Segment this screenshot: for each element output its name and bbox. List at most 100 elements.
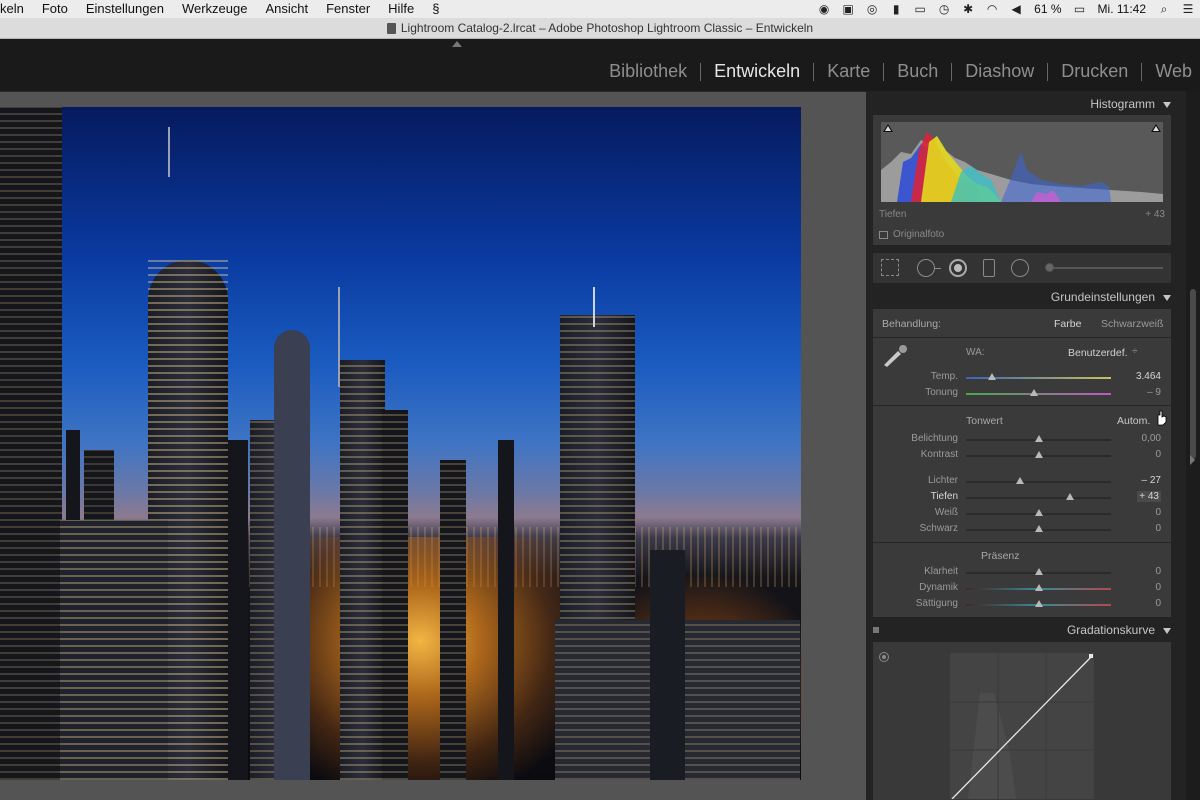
menu-bearbeiten[interactable]: keln: [0, 0, 33, 18]
tone-curve-header[interactable]: Gradationskurve: [873, 619, 1179, 641]
slider-vibrance[interactable]: Dynamik 0: [873, 581, 1171, 595]
original-photo-checkbox[interactable]: Originalfoto: [879, 229, 944, 240]
slider-knob[interactable]: [1030, 389, 1039, 396]
menu-foto[interactable]: Foto: [33, 0, 77, 18]
airplay-icon[interactable]: ▭: [908, 0, 932, 18]
slider-highlights[interactable]: Lichter – 27: [873, 474, 1171, 488]
module-diashow[interactable]: Diashow: [965, 61, 1034, 82]
tower-spire: [338, 287, 340, 387]
slider-knob[interactable]: [1066, 493, 1075, 500]
list-icon[interactable]: ☰: [1176, 0, 1200, 18]
collapse-triangle-icon: [1163, 294, 1171, 301]
brush-slider[interactable]: [1045, 263, 1163, 272]
slider-value[interactable]: 0: [1155, 523, 1161, 534]
collapse-triangle-icon: [1163, 627, 1171, 634]
creative-cloud-icon[interactable]: ◎: [860, 0, 884, 18]
collapse-triangle-icon: [1163, 101, 1171, 108]
module-web[interactable]: Web: [1155, 61, 1192, 82]
radial-filter-icon[interactable]: [1011, 259, 1029, 277]
target-adjust-icon[interactable]: [879, 652, 889, 662]
tool-strip: [873, 253, 1171, 283]
bluetooth-icon[interactable]: ✱: [956, 0, 980, 18]
slider-value[interactable]: 0: [1155, 582, 1161, 593]
slider-knob[interactable]: [1034, 435, 1043, 442]
slider-saturation[interactable]: Sättigung 0: [873, 597, 1171, 611]
menu-hilfe[interactable]: Hilfe: [379, 0, 423, 18]
module-drucken[interactable]: Drucken: [1061, 61, 1128, 82]
slider-exposure[interactable]: Belichtung 0,00: [873, 432, 1171, 446]
panel-toggle-icon[interactable]: [873, 627, 879, 633]
shadow-clip-warning-icon[interactable]: [883, 124, 893, 132]
slider-tint[interactable]: Tonung – 9: [873, 386, 1171, 400]
slider-value[interactable]: 0: [1155, 507, 1161, 518]
record-icon[interactable]: ◉: [812, 0, 836, 18]
treatment-bw-option[interactable]: Schwarzweiß: [1101, 318, 1163, 330]
menu-werkzeuge[interactable]: Werkzeuge: [173, 0, 257, 18]
script-menu-icon[interactable]: §: [423, 0, 448, 18]
graduated-filter-icon[interactable]: [983, 259, 995, 277]
slider-track[interactable]: [966, 393, 1111, 395]
wifi-icon[interactable]: ◠: [980, 0, 1004, 18]
slider-track[interactable]: [966, 481, 1111, 483]
panel-scrollbar[interactable]: [1190, 289, 1196, 459]
menu-fenster[interactable]: Fenster: [317, 0, 379, 18]
slider-track[interactable]: [966, 497, 1111, 499]
slider-label: Tonung: [925, 387, 958, 398]
highlight-clip-warning-icon[interactable]: [1151, 124, 1161, 132]
collapse-right-panel-icon[interactable]: [1190, 455, 1195, 465]
crop-icon[interactable]: [881, 259, 899, 276]
slider-knob[interactable]: [1015, 477, 1024, 484]
battery-percent[interactable]: 61 %: [1028, 0, 1067, 18]
spot-removal-icon[interactable]: [917, 259, 941, 277]
slider-knob[interactable]: [1034, 525, 1043, 532]
slider-value[interactable]: + 43: [1137, 491, 1161, 502]
histogram-header[interactable]: Histogramm: [873, 93, 1179, 115]
main-photo[interactable]: [0, 107, 801, 780]
slider-clarity[interactable]: Klarheit 0: [873, 565, 1171, 579]
time-machine-icon[interactable]: ◷: [932, 0, 956, 18]
tone-curve-plot[interactable]: [950, 653, 1094, 799]
collapse-top-panel-icon[interactable]: [452, 41, 462, 47]
slider-value[interactable]: 3.464: [1136, 371, 1161, 382]
slider-blacks[interactable]: Schwarz 0: [873, 522, 1171, 536]
slider-temp[interactable]: Temp. 3.464: [873, 370, 1171, 384]
volume-icon[interactable]: ◀: [1004, 0, 1028, 18]
slider-value[interactable]: 0,00: [1142, 433, 1161, 444]
slider-value[interactable]: – 27: [1142, 475, 1161, 486]
slider-knob[interactable]: [1034, 451, 1043, 458]
slider-shadows[interactable]: Tiefen + 43: [873, 490, 1171, 504]
slider-knob[interactable]: [1034, 509, 1043, 516]
slider-whites[interactable]: Weiß 0: [873, 506, 1171, 520]
module-entwickeln[interactable]: Entwickeln: [714, 61, 800, 82]
menu-ansicht[interactable]: Ansicht: [256, 0, 317, 18]
mid-tower: [340, 360, 385, 780]
basic-header[interactable]: Grundeinstellungen: [873, 286, 1179, 308]
eyedropper-icon[interactable]: [881, 343, 911, 367]
slider-contrast[interactable]: Kontrast 0: [873, 448, 1171, 462]
brush-slider-knob[interactable]: [1045, 263, 1054, 272]
bookmark-icon[interactable]: ▮: [884, 0, 908, 18]
auto-tone-button[interactable]: Autom.: [1117, 415, 1150, 427]
module-bibliothek[interactable]: Bibliothek: [609, 61, 687, 82]
slider-value[interactable]: 0: [1155, 598, 1161, 609]
slider-value[interactable]: 0: [1155, 566, 1161, 577]
module-karte[interactable]: Karte: [827, 61, 870, 82]
wb-dropdown[interactable]: Benutzerdef.: [1068, 347, 1128, 359]
slider-value[interactable]: 0: [1155, 449, 1161, 460]
slider-knob[interactable]: [988, 373, 997, 380]
module-buch[interactable]: Buch: [897, 61, 938, 82]
module-separator: [883, 62, 885, 81]
red-eye-icon[interactable]: [949, 259, 967, 277]
histogram-box: Tiefen + 43 Originalfoto: [873, 115, 1171, 245]
screenshot-icon[interactable]: ▣: [836, 0, 860, 18]
slider-value[interactable]: – 9: [1147, 387, 1161, 398]
histogram-plot[interactable]: [881, 122, 1163, 202]
slider-knob[interactable]: [1034, 584, 1043, 591]
menu-einstellungen[interactable]: Einstellungen: [77, 0, 173, 18]
battery-icon[interactable]: ▭: [1068, 0, 1092, 18]
treatment-color-option[interactable]: Farbe: [1054, 318, 1081, 330]
clock[interactable]: Mi. 11:42: [1092, 0, 1152, 18]
slider-knob[interactable]: [1034, 568, 1043, 575]
search-icon[interactable]: ⌕: [1152, 0, 1176, 18]
slider-knob[interactable]: [1034, 600, 1043, 607]
